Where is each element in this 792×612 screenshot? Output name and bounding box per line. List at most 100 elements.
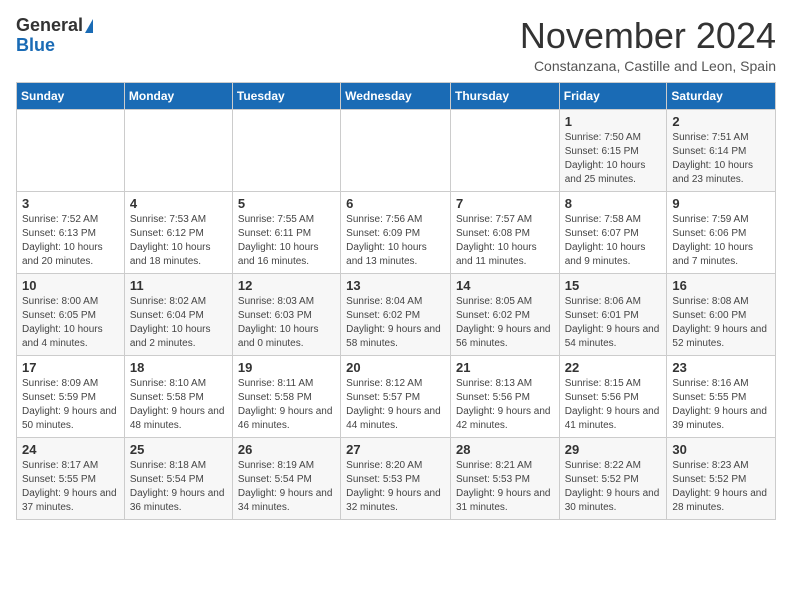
day-info: Sunrise: 8:15 AM Sunset: 5:56 PM Dayligh… [565, 377, 662, 433]
calendar-header-row: SundayMondayTuesdayWednesdayThursdayFrid… [17, 82, 776, 109]
calendar-cell: 9 Sunrise: 7:59 AM Sunset: 6:06 PM Daylig… [667, 191, 776, 273]
day-number: 6 [346, 196, 445, 211]
page-header: General Blue November 2024 Constanzana, … [16, 16, 776, 74]
calendar-cell: 18Sunrise: 8:10 AM Sunset: 5:58 PM Dayli… [124, 355, 232, 437]
day-number: 22 [565, 360, 662, 375]
day-info: Sunrise: 8:05 AM Sunset: 6:02 PM Dayligh… [456, 295, 554, 351]
day-info: Sunrise: 8:02 AM Sunset: 6:04 PM Dayligh… [130, 295, 227, 351]
calendar-cell: 30 Sunrise: 8:23 AM Sunset: 5:52 PM Dayli… [667, 437, 776, 519]
day-info: Sunrise: 8:12 AM Sunset: 5:57 PM Dayligh… [346, 377, 445, 433]
day-number: 21 [456, 360, 554, 375]
logo-text-blue: Blue [16, 36, 55, 56]
calendar-week-row: 3 Sunrise: 7:52 AM Sunset: 6:13 PM Daylig… [17, 191, 776, 273]
day-number: 11 [130, 278, 227, 293]
day-info: Sunrise: 7:51 AM Sunset: 6:14 PM Dayligh… [672, 131, 770, 187]
calendar-cell: 26 Sunrise: 8:19 AM Sunset: 5:54 PM Dayli… [232, 437, 340, 519]
day-info: Sunrise: 7:50 AM Sunset: 6:15 PM Dayligh… [565, 131, 662, 187]
calendar-cell [232, 109, 340, 191]
col-header-saturday: Saturday [667, 82, 776, 109]
calendar-cell: 19Sunrise: 8:11 AM Sunset: 5:58 PM Dayli… [232, 355, 340, 437]
day-number: 3 [22, 196, 119, 211]
col-header-tuesday: Tuesday [232, 82, 340, 109]
calendar-cell: 17Sunrise: 8:09 AM Sunset: 5:59 PM Dayli… [17, 355, 125, 437]
calendar-cell: 7 Sunrise: 7:57 AM Sunset: 6:08 PM Daylig… [450, 191, 559, 273]
calendar-cell: 8 Sunrise: 7:58 AM Sunset: 6:07 PM Daylig… [559, 191, 667, 273]
calendar-cell [450, 109, 559, 191]
day-number: 2 [672, 114, 770, 129]
calendar-cell: 20 Sunrise: 8:12 AM Sunset: 5:57 PM Dayli… [341, 355, 451, 437]
day-info: Sunrise: 7:59 AM Sunset: 6:06 PM Dayligh… [672, 213, 770, 269]
calendar-cell: 24 Sunrise: 8:17 AM Sunset: 5:55 PM Dayli… [17, 437, 125, 519]
calendar-cell: 16Sunrise: 8:08 AM Sunset: 6:00 PM Dayli… [667, 273, 776, 355]
calendar-cell: 3 Sunrise: 7:52 AM Sunset: 6:13 PM Daylig… [17, 191, 125, 273]
day-info: Sunrise: 8:20 AM Sunset: 5:53 PM Dayligh… [346, 459, 445, 515]
day-number: 29 [565, 442, 662, 457]
calendar-cell: 1 Sunrise: 7:50 AM Sunset: 6:15 PM Daylig… [559, 109, 667, 191]
calendar-cell: 13 Sunrise: 8:04 AM Sunset: 6:02 PM Dayli… [341, 273, 451, 355]
calendar-cell [17, 109, 125, 191]
calendar-cell: 25 Sunrise: 8:18 AM Sunset: 5:54 PM Dayli… [124, 437, 232, 519]
day-number: 8 [565, 196, 662, 211]
day-info: Sunrise: 8:06 AM Sunset: 6:01 PM Dayligh… [565, 295, 662, 351]
day-info: Sunrise: 8:19 AM Sunset: 5:54 PM Dayligh… [238, 459, 335, 515]
day-info: Sunrise: 7:57 AM Sunset: 6:08 PM Dayligh… [456, 213, 554, 269]
col-header-sunday: Sunday [17, 82, 125, 109]
day-number: 24 [22, 442, 119, 457]
day-info: Sunrise: 8:23 AM Sunset: 5:52 PM Dayligh… [672, 459, 770, 515]
day-info: Sunrise: 8:17 AM Sunset: 5:55 PM Dayligh… [22, 459, 119, 515]
calendar-cell: 12Sunrise: 8:03 AM Sunset: 6:03 PM Dayli… [232, 273, 340, 355]
day-number: 26 [238, 442, 335, 457]
day-info: Sunrise: 8:09 AM Sunset: 5:59 PM Dayligh… [22, 377, 119, 433]
day-number: 23 [672, 360, 770, 375]
calendar-cell: 28Sunrise: 8:21 AM Sunset: 5:53 PM Dayli… [450, 437, 559, 519]
calendar-cell: 2 Sunrise: 7:51 AM Sunset: 6:14 PM Daylig… [667, 109, 776, 191]
calendar-cell: 27 Sunrise: 8:20 AM Sunset: 5:53 PM Dayli… [341, 437, 451, 519]
day-number: 13 [346, 278, 445, 293]
day-number: 4 [130, 196, 227, 211]
day-info: Sunrise: 8:18 AM Sunset: 5:54 PM Dayligh… [130, 459, 227, 515]
logo-arrow-icon [85, 19, 93, 33]
day-number: 25 [130, 442, 227, 457]
day-number: 28 [456, 442, 554, 457]
day-number: 30 [672, 442, 770, 457]
day-info: Sunrise: 7:56 AM Sunset: 6:09 PM Dayligh… [346, 213, 445, 269]
logo: General Blue [16, 16, 93, 56]
calendar-cell: 11 Sunrise: 8:02 AM Sunset: 6:04 PM Dayli… [124, 273, 232, 355]
calendar-cell: 15 Sunrise: 8:06 AM Sunset: 6:01 PM Dayli… [559, 273, 667, 355]
day-info: Sunrise: 7:55 AM Sunset: 6:11 PM Dayligh… [238, 213, 335, 269]
calendar-cell: 29 Sunrise: 8:22 AM Sunset: 5:52 PM Dayli… [559, 437, 667, 519]
calendar-cell: 22 Sunrise: 8:15 AM Sunset: 5:56 PM Dayli… [559, 355, 667, 437]
calendar-week-row: 1 Sunrise: 7:50 AM Sunset: 6:15 PM Daylig… [17, 109, 776, 191]
calendar-cell: 10Sunrise: 8:00 AM Sunset: 6:05 PM Dayli… [17, 273, 125, 355]
day-info: Sunrise: 8:22 AM Sunset: 5:52 PM Dayligh… [565, 459, 662, 515]
calendar-week-row: 17Sunrise: 8:09 AM Sunset: 5:59 PM Dayli… [17, 355, 776, 437]
day-number: 20 [346, 360, 445, 375]
day-info: Sunrise: 8:16 AM Sunset: 5:55 PM Dayligh… [672, 377, 770, 433]
day-number: 12 [238, 278, 335, 293]
day-number: 1 [565, 114, 662, 129]
day-info: Sunrise: 8:04 AM Sunset: 6:02 PM Dayligh… [346, 295, 445, 351]
day-number: 9 [672, 196, 770, 211]
day-info: Sunrise: 7:52 AM Sunset: 6:13 PM Dayligh… [22, 213, 119, 269]
day-info: Sunrise: 8:13 AM Sunset: 5:56 PM Dayligh… [456, 377, 554, 433]
day-number: 10 [22, 278, 119, 293]
day-info: Sunrise: 8:11 AM Sunset: 5:58 PM Dayligh… [238, 377, 335, 433]
col-header-monday: Monday [124, 82, 232, 109]
day-number: 15 [565, 278, 662, 293]
calendar-cell: 5Sunrise: 7:55 AM Sunset: 6:11 PM Daylig… [232, 191, 340, 273]
col-header-friday: Friday [559, 82, 667, 109]
day-number: 7 [456, 196, 554, 211]
calendar-week-row: 24 Sunrise: 8:17 AM Sunset: 5:55 PM Dayli… [17, 437, 776, 519]
calendar-table: SundayMondayTuesdayWednesdayThursdayFrid… [16, 82, 776, 520]
day-number: 27 [346, 442, 445, 457]
calendar-cell: 6 Sunrise: 7:56 AM Sunset: 6:09 PM Daylig… [341, 191, 451, 273]
location: Constanzana, Castille and Leon, Spain [520, 58, 776, 74]
col-header-thursday: Thursday [450, 82, 559, 109]
day-info: Sunrise: 8:08 AM Sunset: 6:00 PM Dayligh… [672, 295, 770, 351]
logo-text-general: General [16, 16, 83, 36]
day-info: Sunrise: 7:58 AM Sunset: 6:07 PM Dayligh… [565, 213, 662, 269]
calendar-cell [124, 109, 232, 191]
calendar-cell: 21 Sunrise: 8:13 AM Sunset: 5:56 PM Dayli… [450, 355, 559, 437]
calendar-cell: 4Sunrise: 7:53 AM Sunset: 6:12 PM Daylig… [124, 191, 232, 273]
month-title: November 2024 [520, 16, 776, 56]
